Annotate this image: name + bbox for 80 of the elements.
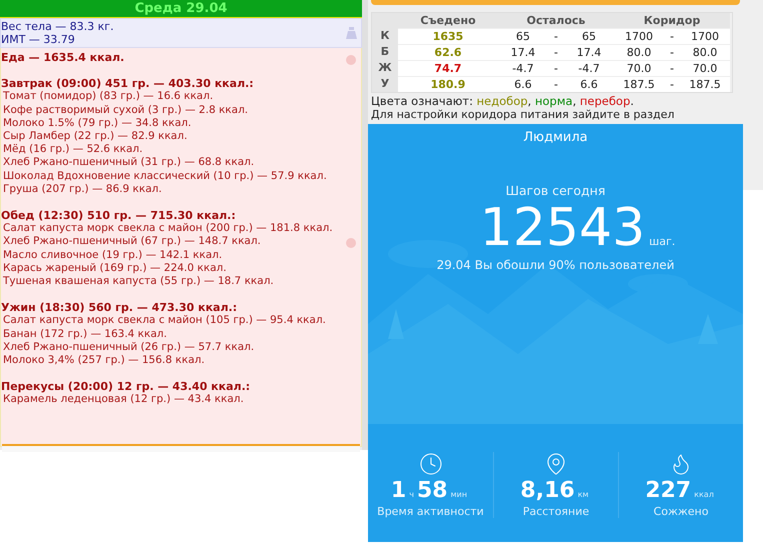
meal-title: Обед (12:30) 510 гр. — 715.30 ккал.:: [1, 209, 237, 222]
table-cell: 187.5: [614, 76, 664, 92]
table-cell: -4.7: [564, 60, 614, 76]
step-count: 12543: [480, 200, 646, 256]
table-cell: 1700: [680, 28, 730, 44]
stat-unit: ч: [409, 490, 414, 499]
food-item: Банан (172 гр.) — 163.4 ккал.: [2, 328, 168, 341]
stat-unit: ккал: [694, 490, 714, 499]
table-cell: 17.4: [564, 44, 614, 60]
steps-caption: Шагов сегодня: [506, 183, 606, 198]
food-item: Шоколад Вдохновение классический (10 гр.) — 57.9 ккал.: [2, 170, 328, 183]
step-unit: шаг.: [649, 235, 676, 248]
food-item: Тушеная квашеная капуста (55 гр.) — 18.7 ккал.: [2, 275, 275, 288]
table-cell: -: [664, 60, 680, 76]
table-cell: -: [548, 60, 564, 76]
food-item: Молоко 1.5% (79 гр.) — 34.8 ккал.: [2, 116, 192, 130]
table-cell: 6.6: [564, 76, 614, 92]
food-item: Хлеб Ржано-пшеничный (26 гр.) — 57.7 ккал.: [2, 340, 256, 354]
stat-label: Расстояние: [522, 505, 590, 518]
food-item: Карась жареный (169 гр.) — 224.0 ккал.: [2, 262, 228, 276]
row-header: Ж: [372, 60, 398, 76]
table-cell: 80.0: [614, 44, 664, 60]
table-cell: 65: [564, 28, 614, 44]
meal-title: Ужин (18:30) 560 гр. — 473.30 ккал.:: [1, 301, 238, 314]
table-cell: 6.6: [498, 76, 548, 92]
steps-subtitle: 29.04 Вы обошли 90% пользователей: [436, 258, 674, 272]
row-header: Б: [372, 44, 398, 60]
stat-value: 58: [416, 478, 448, 503]
table-cell: -: [664, 28, 680, 44]
food-item: Груша (207 гр.) — 86.9 ккал.: [2, 182, 163, 196]
table-cell: 70.0: [680, 60, 730, 76]
food-item: Хлеб Ржано-пшеничный (67 гр.) — 148.7 ккал.: [2, 235, 262, 249]
food-item: Салат капуста морк свекла с майон (200 гр.) — 181.8 ккал.: [2, 222, 334, 236]
stat-value: 8,16: [520, 478, 575, 503]
table-cell: 187.5: [680, 76, 730, 92]
clock-icon: [418, 452, 442, 476]
food-item: Масло сливочное (19 гр.) — 142.1 ккал.: [2, 248, 224, 262]
weight-text: Вес тела — 83.3 кг.: [1, 20, 115, 33]
food-item: Томат (помидор) (83 гр.) — 16.6 ккал.: [2, 90, 214, 104]
table-cell: -: [548, 44, 564, 60]
meal-title: Завтрак (09:00) 451 гр. — 403.30 ккал.:: [1, 77, 255, 90]
stat-label: Сожжено: [654, 505, 708, 518]
stat-value: 1: [390, 478, 406, 503]
food-item: Сыр Ламбер (22 гр.) — 82.9 ккал.: [2, 130, 188, 144]
eaten-value: 62.6: [398, 44, 498, 60]
table-cell: -: [664, 76, 680, 92]
table-cell: -: [548, 76, 564, 92]
table-cell: -: [664, 44, 680, 60]
food-item: Хлеб Ржано-пшеничный (31 гр.) — 68.8 ккал.: [2, 156, 256, 170]
eaten-value: 1635: [398, 28, 498, 44]
eaten-value: 74.7: [398, 60, 498, 76]
user-name: Людмила: [523, 130, 588, 145]
column-header: Съедено: [398, 13, 498, 28]
table-cell: 1700: [614, 28, 664, 44]
food-item: Карамель леденцовая (12 гр.) — 43.4 ккал.: [2, 393, 245, 407]
food-item: Молоко 3,4% (257 гр.) — 156.8 ккал.: [2, 354, 206, 368]
row-header: У: [372, 76, 398, 92]
meal-title: Перекусы (20:00) 12 гр. — 43.40 ккал.:: [1, 380, 252, 394]
table-cell: 80.0: [680, 44, 730, 60]
legend-text: Цвета означают: недобор, норма, перебор.: [371, 95, 635, 108]
table-cell: 65: [498, 28, 548, 44]
food-item: Салат капуста морк свекла с майон (105 гр.) — 95.4 ккал.: [2, 314, 327, 328]
stat-value: 227: [645, 478, 692, 503]
table-cell: 70.0: [614, 60, 664, 76]
day-header: Среда 29.04: [0, 0, 362, 18]
stat-unit: км: [578, 490, 589, 499]
column-header: Осталось: [498, 13, 614, 28]
column-header: Коридор: [614, 13, 730, 28]
table-cell: -4.7: [498, 60, 548, 76]
table-cell: 17.4: [498, 44, 548, 60]
weight-text: ИМТ — 33.79: [1, 33, 76, 46]
note-text: Для настройки коридора питания зайдите в раздел: [371, 108, 676, 121]
stat-unit: мин: [450, 490, 468, 499]
food-total: Еда — 1635.4 ккал.: [1, 51, 126, 64]
row-header: К: [372, 28, 398, 44]
eaten-value: 180.9: [398, 76, 498, 92]
food-item: Мёд (16 гр.) — 52.6 ккал.: [2, 143, 144, 156]
table-cell: -: [548, 28, 564, 44]
stat-label: Время активности: [377, 505, 484, 518]
food-item: Кофе растворимый сухой (3 гр.) — 2.8 ккал.: [2, 104, 250, 117]
